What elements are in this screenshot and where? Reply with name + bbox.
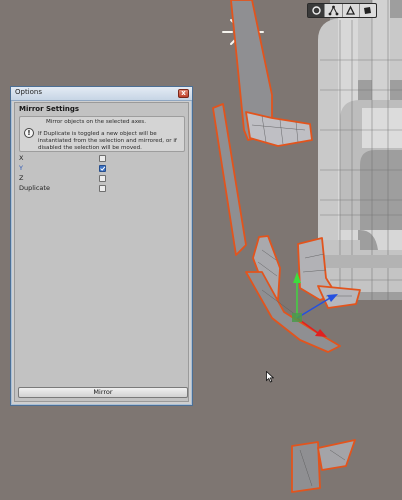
info-box: ! Mirror objects on the selected axes. I… [19, 116, 185, 152]
info-text-duplicate-note: If Duplicate is toggled a new object wil… [38, 131, 177, 151]
center-pivot-icon [311, 6, 321, 15]
info-icon: ! [24, 128, 34, 138]
face-mode-button[interactable] [360, 4, 376, 17]
edge-mode-button[interactable] [343, 4, 360, 17]
mirror-button[interactable]: Mirror [18, 387, 188, 398]
duplicate-checkbox[interactable] [99, 185, 106, 192]
x-axis-checkbox[interactable] [99, 155, 106, 162]
close-button[interactable]: x [178, 89, 189, 98]
section-title: Mirror Settings [19, 105, 80, 113]
window-title: Options [15, 88, 43, 96]
center-pivot-button[interactable] [308, 4, 326, 17]
close-icon: x [181, 89, 186, 97]
scene-view-toolbar [307, 3, 377, 18]
mouse-cursor-icon [266, 371, 274, 383]
options-window: Options x Mirror Settings ! Mirror objec… [10, 86, 193, 406]
pipe-structure [318, 0, 402, 300]
x-axis-label: X [19, 154, 24, 162]
vertex-mode-button[interactable] [325, 4, 343, 17]
mirror-settings-panel: Mirror Settings ! Mirror objects on the … [14, 102, 189, 402]
z-axis-label: Z [19, 174, 24, 182]
y-axis-checkbox[interactable] [99, 165, 106, 172]
edge-mode-icon [346, 5, 356, 15]
face-mode-icon [364, 7, 372, 14]
info-text-description: Mirror objects on the selected axes. [46, 119, 146, 125]
y-axis-label: Y [19, 164, 23, 172]
z-axis-checkbox[interactable] [99, 175, 106, 182]
duplicate-label: Duplicate [19, 184, 50, 192]
window-title-bar[interactable]: Options x [11, 87, 192, 101]
vertex-mode-icon [328, 5, 339, 16]
